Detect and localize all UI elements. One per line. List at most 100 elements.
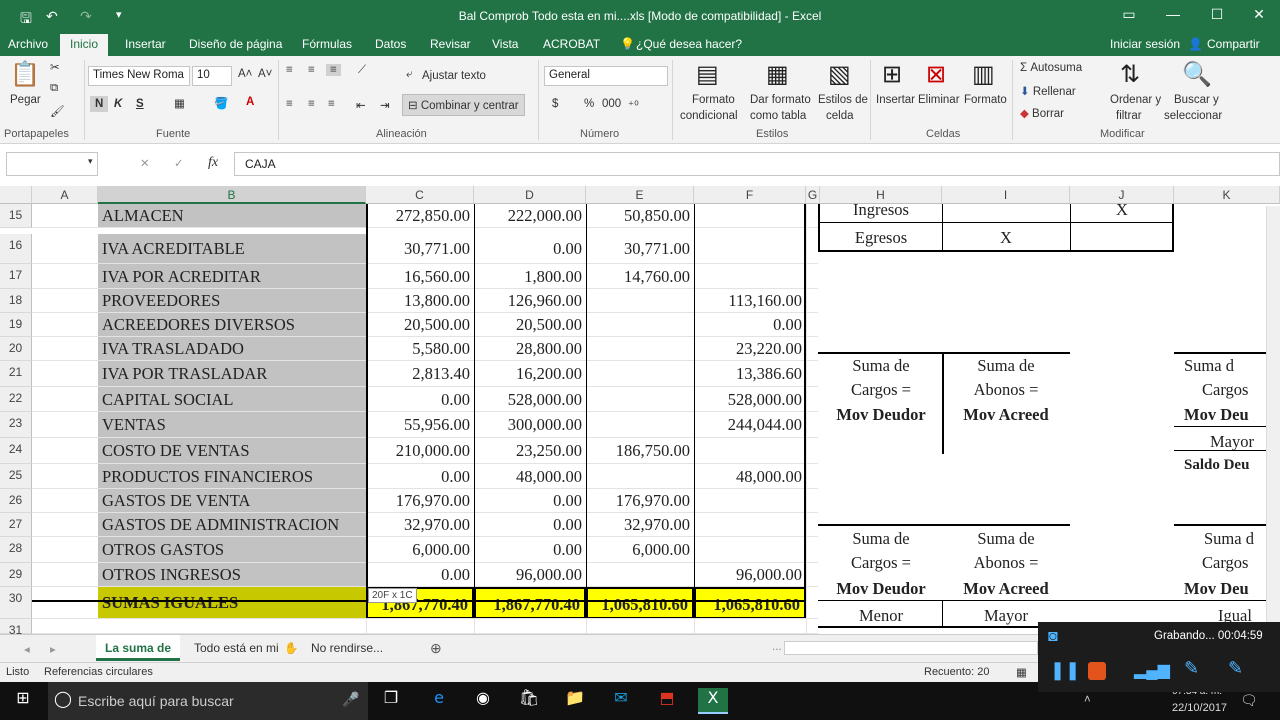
excel-taskbar-icon[interactable]: X (698, 688, 728, 714)
x-mark-egresos[interactable]: X (942, 228, 1070, 248)
align-bottom-icon[interactable]: ≡ (326, 64, 341, 76)
amount-cell-f[interactable] (694, 513, 806, 537)
conditional-format-button[interactable]: Formato (692, 94, 735, 106)
amount-cell-c[interactable]: 6,000.00 (366, 537, 474, 563)
name-box-dropdown-icon[interactable]: ▾ (88, 156, 93, 167)
font-size-select[interactable]: 10 (192, 66, 232, 86)
col-header-d[interactable]: D (474, 186, 586, 204)
task-view-icon[interactable]: ❐ (376, 688, 406, 714)
prev-sheet-icon[interactable]: ◂ (24, 642, 30, 656)
tell-me-box[interactable]: ¿Qué desea hacer? (636, 37, 742, 51)
account-name-cell[interactable]: CAPITAL SOCIAL (98, 387, 366, 412)
amount-cell-d[interactable]: 528,000.00 (474, 387, 586, 412)
normal-view-icon[interactable]: ▦ (1016, 665, 1027, 679)
account-name-cell[interactable]: IVA POR TRASLADAR (98, 361, 366, 387)
row-header[interactable]: 16 (0, 234, 32, 264)
amount-cell-e[interactable] (586, 361, 694, 387)
bold-button[interactable]: N (90, 96, 109, 112)
row-header[interactable]: 22 (0, 387, 32, 412)
amount-cell-f[interactable] (694, 264, 806, 289)
tab-vista[interactable]: Vista (492, 37, 518, 51)
merge-center-button[interactable]: ⊟ Combinar y centrar (402, 94, 525, 116)
acrobat-icon[interactable]: ⬒ (652, 688, 682, 714)
suma-abonos-label-1[interactable]: Suma de (942, 356, 1070, 376)
tab-datos[interactable]: Datos (375, 37, 406, 51)
tab-insertar[interactable]: Insertar (125, 37, 166, 51)
amount-cell-d[interactable]: 48,000.00 (474, 464, 586, 489)
amount-cell-e[interactable] (586, 337, 694, 361)
amount-cell-c[interactable]: 0.00 (366, 563, 474, 587)
mov-acreed-1[interactable]: Mov Acreed (942, 405, 1070, 425)
amount-cell-d[interactable]: 20,500.00 (474, 313, 586, 337)
account-name-cell[interactable]: ALMACEN (98, 204, 366, 228)
suma-abonos-label-2[interactable]: Suma de (942, 529, 1070, 549)
tab-revisar[interactable]: Revisar (430, 37, 471, 51)
amount-cell-c[interactable]: 0.00 (366, 387, 474, 412)
pen-settings-icon[interactable]: ✎ (1228, 658, 1243, 679)
tab-inicio[interactable]: Inicio (60, 34, 109, 56)
amount-cell-f[interactable]: 96,000.00 (694, 563, 806, 587)
orientation-icon[interactable]: ⟋ (358, 64, 366, 77)
cut-icon[interactable]: ✂ (50, 60, 60, 74)
next-sheet-icon[interactable]: ▸ (50, 642, 56, 656)
wrap-text-icon[interactable]: ⤶ (406, 68, 412, 81)
pause-icon[interactable]: ❚❚ (1050, 660, 1080, 681)
amount-cell-e[interactable] (586, 563, 694, 587)
amount-cell-c[interactable]: 30,771.00 (366, 234, 474, 264)
vertical-scrollbar[interactable] (1266, 206, 1280, 634)
amount-cell-d[interactable]: 222,000.00 (474, 204, 586, 228)
decrease-indent-icon[interactable]: ⇤ (356, 98, 366, 112)
mov-deudor-1[interactable]: Mov Deudor (820, 405, 942, 425)
amount-cell-c[interactable]: 5,580.00 (366, 337, 474, 361)
account-name-cell[interactable]: OTROS INGRESOS (98, 563, 366, 587)
amount-cell-e[interactable] (586, 313, 694, 337)
amount-cell-e[interactable] (586, 289, 694, 313)
thousands-button[interactable]: 000 (602, 98, 621, 110)
grow-font-icon[interactable]: A˄ (238, 68, 252, 80)
row-header[interactable]: 27 (0, 513, 32, 537)
increase-indent-icon[interactable]: ⇥ (380, 98, 390, 112)
row-header[interactable]: 23 (0, 412, 32, 438)
select-all-corner[interactable] (0, 186, 32, 204)
ingresos-label[interactable]: Ingresos (820, 200, 942, 220)
row-header[interactable]: 18 (0, 289, 32, 313)
menor-label[interactable]: Menor (820, 606, 942, 626)
fill-color-icon[interactable]: 🪣 (214, 96, 228, 110)
copy-icon[interactable]: ⧉ (50, 82, 58, 95)
account-name-cell[interactable]: ACREEDORES DIVERSOS (98, 313, 366, 337)
file-explorer-icon[interactable]: 📁 (560, 688, 590, 714)
sheet-tab-todo-esta[interactable]: Todo está en mi (194, 635, 290, 661)
underline-button[interactable]: S (136, 98, 144, 110)
account-name-cell[interactable]: OTROS GASTOS (98, 537, 366, 563)
amount-cell-f[interactable] (694, 234, 806, 264)
formula-input[interactable]: CAJA (234, 152, 1280, 176)
row-header[interactable]: 20 (0, 337, 32, 361)
row-header[interactable]: 25 (0, 464, 32, 489)
row-header[interactable]: 24 (0, 438, 32, 464)
stats-icon[interactable]: ▂▄▆ (1134, 660, 1170, 680)
amount-cell-d[interactable]: 0.00 (474, 537, 586, 563)
pen-icon[interactable]: ✎ (1184, 658, 1199, 679)
share-button[interactable]: Compartir (1207, 37, 1260, 51)
amount-cell-e[interactable] (586, 464, 694, 489)
account-name-cell[interactable]: IVA POR ACREDITAR (98, 264, 366, 289)
amount-cell-e[interactable]: 30,771.00 (586, 234, 694, 264)
col-header-k[interactable]: K (1174, 186, 1280, 204)
account-name-cell[interactable]: COSTO DE VENTAS (98, 438, 366, 464)
account-name-cell[interactable]: GASTOS DE ADMINISTRACION (98, 513, 366, 537)
amount-cell-f[interactable]: 113,160.00 (694, 289, 806, 313)
wrap-text-button[interactable]: Ajustar texto (422, 70, 486, 82)
horizontal-scrollbar[interactable] (784, 641, 1038, 655)
format-table-button[interactable]: Dar formato (750, 94, 811, 106)
amount-cell-f[interactable]: 1,065,810.60 (694, 587, 806, 619)
amount-cell-f[interactable] (694, 537, 806, 563)
amount-cell-d[interactable]: 0.00 (474, 234, 586, 264)
amount-cell-f[interactable]: 528,000.00 (694, 387, 806, 412)
tab-archivo[interactable]: Archivo (8, 37, 48, 51)
account-name-cell[interactable]: PRODUCTOS FINANCIEROS (98, 464, 366, 489)
amount-cell-c[interactable]: 210,000.00 (366, 438, 474, 464)
find-select-button[interactable]: Buscar y (1174, 94, 1219, 106)
number-format-select[interactable]: General (544, 66, 668, 86)
clear-button[interactable]: ◆ Borrar (1020, 106, 1064, 120)
tab-diseno[interactable]: Diseño de página (189, 37, 282, 51)
